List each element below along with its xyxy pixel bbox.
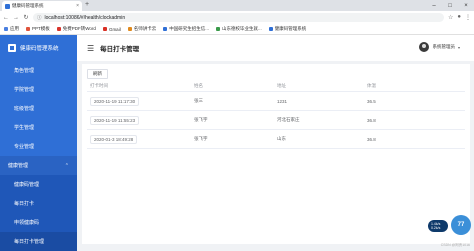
sidebar: 健康码管理系统 角色管理 学院管理 班级管理 学生管理 专业管理 健康管理 ⌃ …: [0, 35, 77, 251]
sidebar-group-label: 健康管理: [8, 163, 29, 169]
logo-icon: [8, 44, 16, 52]
bookmark-item[interactable]: 名师讲卡云: [127, 26, 157, 32]
browser-tabbar: 健康码管理系统 × + – □ ×: [0, 0, 474, 11]
sidebar-item-majors[interactable]: 专业管理: [0, 137, 77, 156]
avatar[interactable]: [419, 42, 430, 52]
info-icon[interactable]: ⓘ: [37, 15, 42, 21]
page-header: ☰ 每日打卡管理 系统管理员 ▾: [77, 35, 474, 61]
bookmark-label: 山东德校毕业生就...: [221, 26, 262, 31]
bookmark-label: 免费PDF转Word: [62, 26, 96, 31]
col-address: 地址: [277, 82, 286, 88]
sidebar-group-health[interactable]: 健康管理 ⌃: [0, 156, 77, 175]
page-title: 每日打卡管理: [100, 46, 140, 53]
watermark: CSDN @阿贵1016: [440, 243, 470, 247]
bookmark-icon: [127, 27, 132, 31]
name-cell: 张飞宇: [194, 117, 208, 122]
time-cell: 2020-11-19 11:17:30: [90, 96, 140, 106]
checkin-table: 打卡时间 姓名 地址 体温 2020-11-19 11:17:30 张三 123…: [87, 80, 465, 149]
brand: 健康码管理系统: [0, 35, 77, 61]
tab-title: 健康码管理系统: [12, 3, 44, 8]
close-window-icon[interactable]: ×: [458, 0, 474, 11]
bookmark-icon: [26, 27, 30, 31]
forward-icon[interactable]: →: [13, 15, 19, 21]
col-temperature: 体温: [367, 82, 376, 88]
refresh-button[interactable]: 刷新: [87, 69, 108, 79]
bookmark-icon: [215, 27, 220, 31]
bookmark-item[interactable]: 中国研究生招生信...: [163, 26, 209, 32]
bookmark-item[interactable]: PPT模板: [26, 26, 50, 32]
sidebar-item-students[interactable]: 学生管理: [0, 118, 77, 137]
bookmark-icon: [268, 27, 273, 31]
back-icon[interactable]: ←: [3, 15, 9, 21]
address-bar: ← → ↻ ⓘ localhost:10086/#/health/clockad…: [0, 11, 474, 24]
browser-tab[interactable]: 健康码管理系统 ×: [2, 1, 82, 11]
favicon-icon: [5, 3, 10, 9]
network-speed-widget: 1.4k/s 0.2k/s: [428, 220, 448, 232]
bookmark-label: 应用: [10, 26, 19, 31]
table-row: 2020-01-3 18:49:28 张飞宇 山东 36.8: [87, 130, 465, 149]
maximize-icon[interactable]: □: [442, 0, 458, 11]
performance-badge[interactable]: 77: [451, 215, 471, 235]
url-text: localhost:10086/#/health/clockadmin: [44, 14, 126, 21]
bookmark-icon: [163, 27, 168, 31]
sidebar-item-roles[interactable]: 角色管理: [0, 61, 77, 80]
bookmark-icon: [4, 27, 8, 31]
temperature-cell: 36.5: [367, 98, 376, 104]
url-field[interactable]: ⓘ localhost:10086/#/health/clockadmin: [33, 13, 444, 22]
user-menu[interactable]: 系统管理员 ▾: [419, 42, 460, 52]
time-cell: 2020-01-3 18:49:28: [90, 134, 138, 144]
user-name: 系统管理员: [432, 44, 455, 49]
temperature-cell: 36.8: [367, 136, 376, 142]
sidebar-item-health-code[interactable]: 健康码管理: [0, 175, 77, 194]
name-cell: 张飞宇: [194, 136, 208, 141]
table-header: 打卡时间 姓名 地址 体温: [87, 80, 465, 92]
bookmark-label: Gmail: [108, 26, 121, 32]
bookmark-item[interactable]: 山东德校毕业生就...: [215, 26, 262, 32]
brand-title: 健康码管理系统: [20, 46, 59, 52]
bookmark-item[interactable]: 健康码管理系统: [268, 26, 307, 32]
address-cell: 山东: [277, 136, 286, 141]
sidebar-item-colleges[interactable]: 学院管理: [0, 80, 77, 99]
main-content: 刷新 打卡时间 姓名 地址 体温 2020-11-19 11:17:30 张三 …: [82, 64, 470, 244]
time-cell: 2020-11-19 11:55:23: [90, 115, 140, 125]
bookmark-label: 健康码管理系统: [274, 26, 307, 31]
bookmark-label: 名师讲卡云: [133, 26, 157, 31]
temperature-cell: 36.8: [367, 117, 376, 123]
minimize-icon[interactable]: –: [426, 0, 442, 11]
bookmark-label: 中国研究生招生信...: [169, 26, 209, 31]
col-name: 姓名: [194, 82, 203, 88]
reload-icon[interactable]: ↻: [23, 14, 29, 21]
bookmark-label: PPT模板: [32, 26, 50, 31]
address-cell: 1231: [277, 98, 288, 104]
menu-icon[interactable]: ⋮: [465, 14, 471, 21]
address-cell: 河北石家庄: [277, 117, 300, 122]
bookmark-item[interactable]: 免费PDF转Word: [56, 26, 96, 32]
sidebar-item-classes[interactable]: 班级管理: [0, 99, 77, 118]
chevron-up-icon: ⌃: [64, 162, 69, 169]
window-controls: – □ ×: [426, 0, 474, 11]
hamburger-icon[interactable]: ☰: [87, 44, 94, 53]
bookmark-icon: [102, 27, 107, 31]
sidebar-item-checkin-admin[interactable]: 每日打卡管理: [0, 232, 77, 251]
table-row: 2020-11-19 11:55:23 张飞宇 河北石家庄 36.8: [87, 111, 465, 130]
table-row: 2020-11-19 11:17:30 张三 1231 36.5: [87, 92, 465, 111]
col-time: 打卡时间: [90, 82, 108, 88]
bookmark-item[interactable]: Gmail: [102, 26, 121, 32]
sidebar-item-apply-code[interactable]: 申领健康码: [0, 213, 77, 232]
new-tab-icon[interactable]: +: [85, 1, 89, 8]
chevron-down-icon: ▾: [457, 44, 460, 50]
sidebar-item-daily-checkin[interactable]: 每日打卡: [0, 194, 77, 213]
bookmark-item[interactable]: 应用: [4, 26, 19, 32]
star-icon[interactable]: ☆: [448, 14, 453, 21]
bookmarks-bar: 应用 PPT模板 免费PDF转Word Gmail 名师讲卡云 中国研究生招生信... 山东…: [0, 24, 474, 35]
name-cell: 张三: [194, 98, 203, 103]
download-speed: 0.2k/s: [431, 226, 441, 230]
bookmark-icon: [56, 27, 61, 31]
close-tab-icon[interactable]: ×: [76, 3, 79, 9]
profile-icon[interactable]: ●: [457, 14, 461, 21]
